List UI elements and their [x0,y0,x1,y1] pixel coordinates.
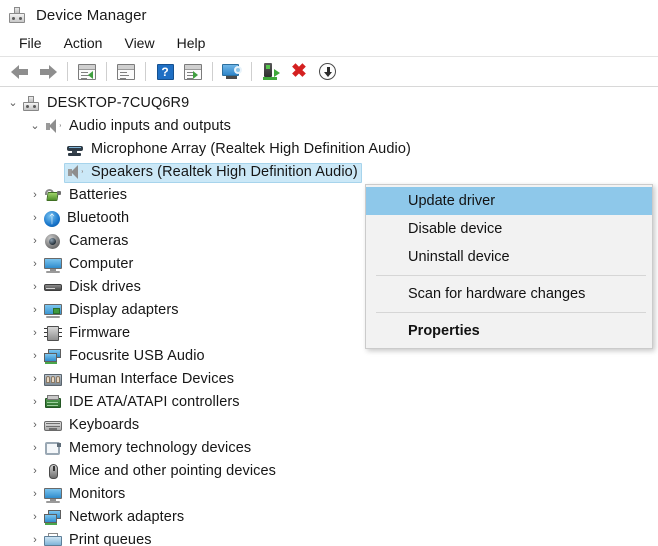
tree-node-label: Firmware [69,325,130,341]
tree-node-label: IDE ATA/ATAPI controllers [69,394,240,410]
menu-item-file[interactable]: File [8,33,53,53]
microphone-icon [66,141,84,158]
tree-node-label: Microphone Array (Realtek High Definitio… [91,141,411,157]
toolbar-disable-button[interactable] [313,59,341,84]
toolbar-properties-button[interactable] [112,59,140,84]
tree-node-speakers[interactable]: Speakers (Realtek High Definition Audio) [0,161,658,184]
toolbar-separator [251,62,252,81]
context-menu-item-disable-device[interactable]: Disable device [366,215,652,243]
network-dual-monitor-icon [44,509,62,526]
back-arrow-icon [10,64,30,80]
tree-node-mice-and-other-pointing-devices[interactable]: › Mice and other pointing devices [0,460,658,483]
tree-node-memory-technology-devices[interactable]: › Memory technology devices [0,437,658,460]
tree-node-label: Network adapters [69,509,184,525]
computer-root-icon [22,95,40,112]
speaker-icon [44,118,62,135]
firmware-chip-icon [44,325,62,342]
keyboard-icon [44,417,62,434]
tree-node-keyboards[interactable]: › Keyboards [0,414,658,437]
print-queue-icon [44,532,62,546]
toolbar-uninstall-button[interactable]: ✖ [285,59,313,84]
toolbar-forward-button[interactable] [34,59,62,84]
window-title: Device Manager [36,7,147,24]
tree-node-label: Speakers (Realtek High Definition Audio) [91,164,358,180]
context-menu-separator [376,312,646,313]
tree-node-label: Computer [69,256,133,272]
tree-node-ide-ata-atapi-controllers[interactable]: › IDE ATA/ATAPI controllers [0,391,658,414]
disable-device-icon [319,63,336,80]
context-menu-item-scan-for-hardware-changes[interactable]: Scan for hardware changes [366,280,652,308]
show-hide-action-pane-icon [184,64,202,80]
tree-node-audio-inputs-and-outputs[interactable]: ⌄ Audio inputs and outputs [0,115,658,138]
tree-node-desktop[interactable]: ⌄ DESKTOP-7CUQ6R9 [0,92,658,115]
network-dual-monitor-icon [44,348,62,365]
context-menu-item-uninstall-device[interactable]: Uninstall device [366,243,652,271]
context-menu-item-update-driver[interactable]: Update driver [366,187,652,215]
camera-icon [44,233,62,250]
toolbar-scan-hardware-button[interactable] [218,59,246,84]
toolbar-separator [145,62,146,81]
toolbar-help-button[interactable]: ? [151,59,179,84]
toolbar-back-button[interactable] [6,59,34,84]
uninstall-device-icon: ✖ [291,62,307,81]
ide-controller-icon [44,394,62,411]
toolbar: ? ✖ [0,56,658,87]
monitor-icon [44,486,62,503]
context-menu-item-properties[interactable]: Properties [366,317,652,345]
tree-node-label: Keyboards [69,417,139,433]
bluetooth-icon: ᛏ [44,211,60,227]
show-hide-console-tree-icon [78,64,96,80]
tree-node-label: Audio inputs and outputs [69,118,231,134]
menu-item-action[interactable]: Action [53,33,114,53]
update-driver-icon [262,63,280,80]
tree-node-label: Display adapters [69,302,179,318]
speaker-icon [66,164,84,181]
tree-node-label: Bluetooth [67,210,129,226]
toolbar-separator [106,62,107,81]
menu-bar: File Action View Help [0,30,658,56]
context-menu-separator [376,275,646,276]
tree-node-label: Print queues [69,532,152,546]
title-bar: Device Manager [0,0,658,30]
toolbar-update-driver-button[interactable] [257,59,285,84]
mouse-icon [44,463,62,480]
device-manager-icon [8,6,26,24]
tree-node-label: DESKTOP-7CUQ6R9 [47,95,189,111]
help-icon: ? [157,64,174,80]
tree-node-label: Disk drives [69,279,141,295]
tree-node-monitors[interactable]: › Monitors [0,483,658,506]
battery-icon [44,187,62,204]
tree-node-human-interface-devices[interactable]: › Human Interface Devices [0,368,658,391]
tree-node-microphone-array[interactable]: Microphone Array (Realtek High Definitio… [0,138,658,161]
tree-node-label: Cameras [69,233,129,249]
toolbar-console-tree-button[interactable] [73,59,101,84]
tree-node-print-queues[interactable]: › Print queues [0,529,658,546]
menu-item-help[interactable]: Help [166,33,217,53]
disk-drive-icon [44,279,62,296]
tree-node-label: Monitors [69,486,125,502]
tree-node-label: Human Interface Devices [69,371,234,387]
tree-node-network-adapters[interactable]: › Network adapters [0,506,658,529]
monitor-icon [44,256,62,273]
tree-node-label: Batteries [69,187,127,203]
display-adapter-icon [44,302,62,319]
toolbar-action-pane-button[interactable] [179,59,207,84]
context-menu[interactable]: Update driver Disable device Uninstall d… [365,184,653,349]
toolbar-separator [67,62,68,81]
forward-arrow-icon [38,64,58,80]
scan-for-hardware-changes-icon [222,63,242,80]
memory-device-icon [44,440,62,457]
tree-node-label: Focusrite USB Audio [69,348,205,364]
human-interface-device-icon [44,371,62,388]
tree-node-label: Memory technology devices [69,440,251,456]
tree-node-label: Mice and other pointing devices [69,463,276,479]
menu-item-view[interactable]: View [113,33,165,53]
properties-icon [117,64,135,80]
toolbar-separator [212,62,213,81]
